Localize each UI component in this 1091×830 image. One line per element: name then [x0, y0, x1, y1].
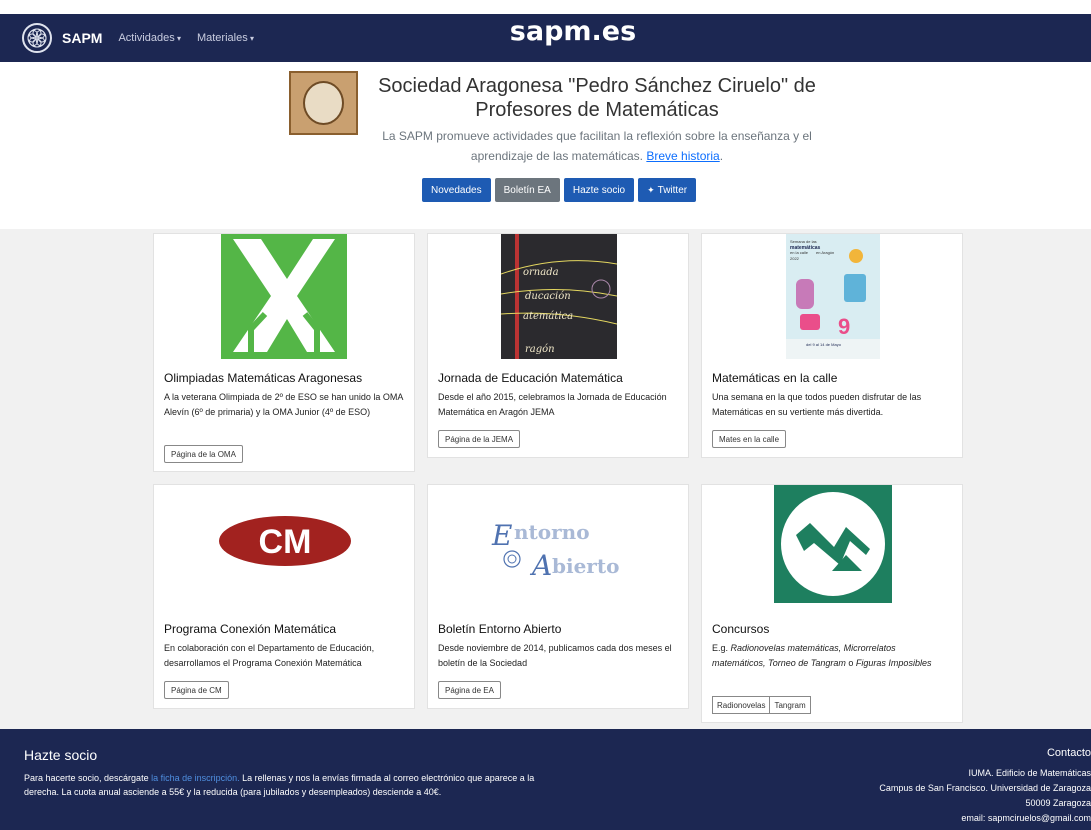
hazte-socio-button[interactable]: Hazte socio [563, 178, 635, 202]
card-concursos: Concursos E.g. Radionovelas matemáticas,… [701, 484, 963, 723]
contact-line: Campus de San Francisco. Universidad de … [879, 783, 1091, 793]
card-title: Concursos [712, 622, 770, 636]
poster-line-5: 2022 [790, 256, 800, 261]
cm-page-button[interactable]: Página de CM [164, 681, 229, 699]
radionovelas-button[interactable]: Radionovelas [712, 696, 771, 714]
society-crest-image [289, 71, 358, 135]
contact-title: Contacto [1046, 747, 1091, 759]
hero-lead-text: La SAPM promueve actividades que facilit… [382, 129, 812, 163]
jema-word-2: ducación [525, 291, 571, 302]
card-text: Desde el año 2015, celebramos la Jornada… [438, 392, 667, 417]
calle-poster-image: Semana de las matemáticas en la calle en… [786, 234, 880, 359]
footer-text: Para hacerte socio, descárgate la ficha … [24, 771, 554, 799]
poster-line-4: en Aragón [816, 250, 834, 255]
poster-line-6: del 9 al 14 de Mayo [806, 342, 842, 347]
contact-line: 50009 Zaragoza [1025, 798, 1091, 808]
jema-word-4: ragón [525, 344, 555, 355]
card-text: Desde noviembre de 2014, publicamos cada… [438, 643, 672, 668]
card-cm: CM Programa Conexión Matemática En colab… [153, 484, 415, 709]
oma-page-button[interactable]: Página de la OMA [164, 445, 243, 463]
hero-lead-end: . [719, 149, 724, 163]
jema-poster-image: ornada ducación atemática ragón [501, 234, 617, 359]
concursos-text-italic-2: Figuras Imposibles [855, 658, 932, 668]
twitter-label: Twitter [657, 184, 688, 196]
oma-logo-image [221, 234, 347, 359]
ea-logo-image: E ntorno A bierto [490, 505, 630, 585]
history-link[interactable]: Breve historia [646, 149, 719, 163]
ea-page-button[interactable]: Página de EA [438, 681, 501, 699]
ea-word-1: ntorno [514, 520, 590, 544]
jema-word-3: atemática [523, 311, 573, 322]
card-entorno-abierto: E ntorno A bierto Boletín Entorno Abiert… [427, 484, 689, 709]
twitter-button[interactable]: ✦ Twitter [638, 178, 697, 202]
card-jema: ornada ducación atemática ragón Jornada … [427, 233, 689, 458]
cm-logo-text: CM [259, 523, 312, 561]
concursos-text-prefix: E.g. [712, 643, 731, 653]
ea-letter-a: A [529, 549, 552, 582]
card-text: Una semana en la que todos pueden disfru… [712, 392, 922, 417]
card-text: A la veterana Olimpiada de 2º de ESO se … [164, 392, 403, 417]
hero-lead: La SAPM promueve actividades que facilit… [372, 126, 822, 166]
card-oma: Olimpiadas Matemáticas Aragonesas A la v… [153, 233, 415, 472]
concursos-logo-image [774, 485, 892, 603]
page-title: Sociedad Aragonesa "Pedro Sánchez Ciruel… [378, 75, 816, 121]
jema-word-1: ornada [523, 267, 559, 278]
footer-text-part-1: Para hacerte socio, descárgate [24, 773, 152, 783]
card-title: Jornada de Educación Matemática [438, 371, 623, 385]
card-title: Matemáticas en la calle [712, 371, 838, 385]
card-calle: Semana de las matemáticas en la calle en… [701, 233, 963, 458]
hero-section: Sociedad Aragonesa "Pedro Sánchez Ciruel… [0, 62, 1091, 229]
calle-page-button[interactable]: Mates en la calle [712, 430, 787, 448]
poster-line-3: en la calle [790, 250, 809, 255]
jema-page-button[interactable]: Página de la JEMA [438, 430, 521, 448]
ea-word-2: bierto [552, 554, 619, 578]
ea-letter-e: E [491, 519, 512, 552]
concursos-button-group: Radionovelas Tangram [712, 696, 811, 714]
twitter-icon: ✦ [647, 184, 655, 195]
cards-section: Olimpiadas Matemáticas Aragonesas A la v… [0, 229, 1091, 729]
hero-buttons: Novedades Boletín EA Hazte socio ✦ Twitte… [422, 178, 697, 202]
boletin-ea-button[interactable]: Boletín EA [494, 178, 560, 202]
card-text: E.g. Radionovelas matemáticas, Microrrel… [712, 641, 937, 671]
card-text: En colaboración con el Departamento de E… [164, 643, 375, 668]
novedades-button[interactable]: Novedades [422, 178, 491, 202]
contact-line: IUMA. Edificio de Matemáticas [968, 768, 1091, 778]
contact-email[interactable]: email: sapmciruelos@gmail.com [961, 813, 1091, 823]
card-title: Boletín Entorno Abierto [438, 622, 562, 636]
concursos-text-mid: o [845, 658, 856, 668]
site-domain-caption: sapm.es [509, 16, 637, 47]
svg-text:9: 9 [838, 314, 850, 339]
card-title: Programa Conexión Matemática [164, 622, 337, 636]
poster-line-1: Semana de las [790, 239, 817, 244]
tangram-button[interactable]: Tangram [770, 696, 811, 714]
footer: Hazte socio Para hacerte socio, descárga… [0, 729, 1091, 830]
inscription-form-link[interactable]: la ficha de inscripción. [151, 773, 240, 783]
footer-title: Hazte socio [24, 747, 98, 763]
top-strip [0, 0, 1091, 14]
card-title: Olimpiadas Matemáticas Aragonesas [164, 371, 363, 385]
cm-logo-image: CM [218, 515, 352, 567]
